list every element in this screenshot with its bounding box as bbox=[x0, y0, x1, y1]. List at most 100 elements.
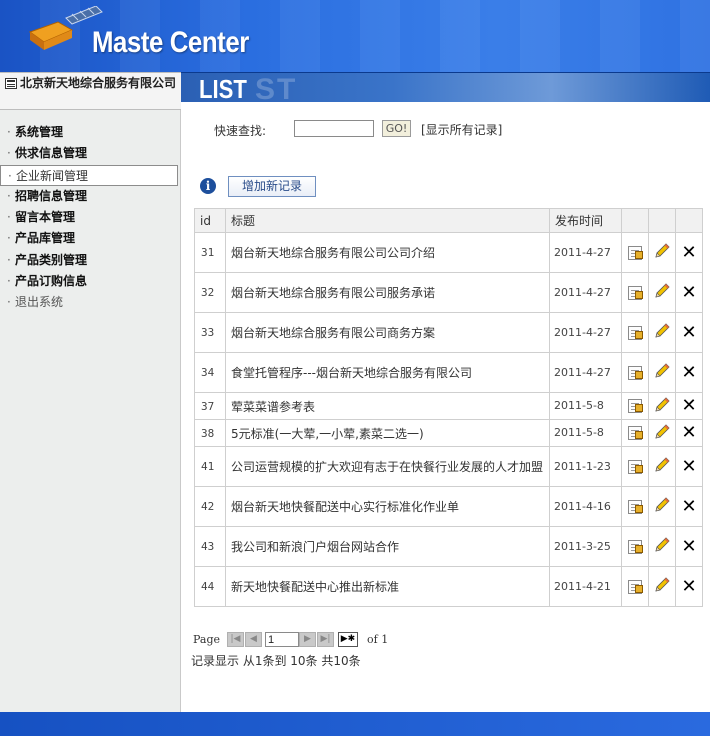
bullet-icon: · bbox=[7, 210, 11, 225]
pager-label: Page bbox=[193, 633, 221, 646]
pencil-edit-icon[interactable] bbox=[653, 282, 671, 303]
pencil-edit-icon[interactable] bbox=[653, 576, 671, 597]
sidebar-item-guestbook[interactable]: · 留言本管理 bbox=[0, 207, 181, 228]
delete-x-icon[interactable]: ✕ bbox=[681, 283, 696, 301]
view-cell bbox=[621, 352, 649, 393]
cell-title[interactable]: 5元标准(一大荤,一小荤,素菜二选一) bbox=[225, 419, 550, 447]
delete-x-icon[interactable]: ✕ bbox=[681, 397, 696, 415]
sidebar-item-categories[interactable]: · 产品类别管理 bbox=[0, 250, 181, 271]
edit-cell bbox=[648, 392, 676, 420]
delete-x-icon[interactable]: ✕ bbox=[681, 363, 696, 381]
sidebar-item-news[interactable]: · 企业新闻管理 bbox=[0, 164, 178, 186]
view-cell bbox=[621, 272, 649, 313]
page-number-input[interactable] bbox=[265, 632, 299, 647]
view-icon[interactable] bbox=[628, 579, 643, 594]
column-header-date: 发布时间 bbox=[549, 208, 622, 233]
pencil-edit-icon[interactable] bbox=[653, 536, 671, 557]
cell-title[interactable]: 公司运营规模的扩大欢迎有志于在快餐行业发展的人才加盟 bbox=[225, 446, 550, 487]
sidebar-item-products[interactable]: · 产品库管理 bbox=[0, 228, 181, 249]
pencil-edit-icon[interactable] bbox=[653, 362, 671, 383]
sidebar-item-orders[interactable]: · 产品订购信息 bbox=[0, 271, 181, 292]
cell-title[interactable]: 食堂托管程序---烟台新天地综合服务有限公司 bbox=[225, 352, 550, 393]
edit-cell bbox=[648, 232, 676, 273]
table-row: 33 烟台新天地综合服务有限公司商务方案 2011-4-27 ✕ bbox=[194, 312, 703, 353]
list-banner: ST LIST bbox=[181, 72, 710, 102]
show-all-link[interactable]: [显示所有记录] bbox=[421, 121, 502, 138]
cell-title[interactable]: 新天地快餐配送中心推出新标准 bbox=[225, 566, 550, 607]
sidebar-item-supply[interactable]: · 供求信息管理 bbox=[0, 143, 181, 164]
sidebar-item-label: 招聘信息管理 bbox=[15, 188, 88, 203]
cell-date: 2011-1-23 bbox=[549, 446, 622, 487]
view-icon[interactable] bbox=[628, 285, 643, 300]
go-button[interactable]: GO! bbox=[382, 120, 411, 137]
sidebar-item-label: 供求信息管理 bbox=[15, 146, 88, 161]
bullet-icon: · bbox=[7, 295, 11, 310]
pencil-edit-icon[interactable] bbox=[653, 396, 671, 417]
search-input[interactable] bbox=[294, 120, 374, 137]
view-icon[interactable] bbox=[628, 426, 643, 441]
view-icon[interactable] bbox=[628, 499, 643, 514]
column-header-view bbox=[621, 208, 649, 233]
delete-x-icon[interactable]: ✕ bbox=[681, 323, 696, 341]
view-icon[interactable] bbox=[628, 365, 643, 380]
delete-cell: ✕ bbox=[675, 419, 703, 447]
cell-title[interactable]: 我公司和新浪门户烟台网站合作 bbox=[225, 526, 550, 567]
view-icon[interactable] bbox=[628, 245, 643, 260]
edit-cell bbox=[648, 272, 676, 313]
cell-date: 2011-4-27 bbox=[549, 312, 622, 353]
cell-id: 41 bbox=[194, 446, 226, 487]
column-header-edit bbox=[648, 208, 676, 233]
next-page-icon[interactable]: ▶ bbox=[299, 632, 316, 647]
delete-x-icon[interactable]: ✕ bbox=[681, 577, 696, 595]
cell-title[interactable]: 烟台新天地快餐配送中心实行标准化作业单 bbox=[225, 486, 550, 527]
delete-x-icon[interactable]: ✕ bbox=[681, 497, 696, 515]
view-icon[interactable] bbox=[628, 325, 643, 340]
delete-x-icon[interactable]: ✕ bbox=[681, 537, 696, 555]
records-table: id 标题 发布时间 31 烟台新天地综合服务有限公司公司介绍 2011-4-27 ✕… bbox=[194, 208, 703, 607]
pencil-edit-icon[interactable] bbox=[653, 242, 671, 263]
first-page-icon[interactable]: |◀ bbox=[227, 632, 244, 647]
view-cell bbox=[621, 486, 649, 527]
cell-id: 44 bbox=[194, 566, 226, 607]
pencil-edit-icon[interactable] bbox=[653, 496, 671, 517]
delete-x-icon[interactable]: ✕ bbox=[681, 457, 696, 475]
sidebar-item-system[interactable]: · 系统管理 bbox=[0, 122, 181, 143]
cell-date: 2011-5-8 bbox=[549, 419, 622, 447]
delete-cell: ✕ bbox=[675, 566, 703, 607]
table-row: 43 我公司和新浪门户烟台网站合作 2011-3-25 ✕ bbox=[194, 526, 703, 567]
sidebar-item-logout[interactable]: · 退出系统 bbox=[0, 292, 181, 313]
bullet-icon: · bbox=[7, 252, 11, 267]
cell-date: 2011-4-16 bbox=[549, 486, 622, 527]
view-icon[interactable] bbox=[628, 399, 643, 414]
column-header-title: 标题 bbox=[225, 208, 550, 233]
cell-title[interactable]: 烟台新天地综合服务有限公司服务承诺 bbox=[225, 272, 550, 313]
view-icon[interactable] bbox=[628, 459, 643, 474]
cell-title[interactable]: 烟台新天地综合服务有限公司公司介绍 bbox=[225, 232, 550, 273]
cell-id: 37 bbox=[194, 392, 226, 420]
last-page-icon[interactable]: ▶| bbox=[317, 632, 334, 647]
cell-date: 2011-4-27 bbox=[549, 232, 622, 273]
view-cell bbox=[621, 392, 649, 420]
bullet-icon: · bbox=[7, 146, 11, 161]
bullet-icon: · bbox=[7, 231, 11, 246]
edit-cell bbox=[648, 566, 676, 607]
edit-cell bbox=[648, 419, 676, 447]
edit-cell bbox=[648, 486, 676, 527]
edit-cell bbox=[648, 312, 676, 353]
delete-x-icon[interactable]: ✕ bbox=[681, 424, 696, 442]
add-record-button[interactable]: 增加新记录 bbox=[228, 176, 316, 197]
cell-id: 42 bbox=[194, 486, 226, 527]
pencil-edit-icon[interactable] bbox=[653, 322, 671, 343]
cell-title[interactable]: 荤菜菜谱参考表 bbox=[225, 392, 550, 420]
pencil-edit-icon[interactable] bbox=[653, 423, 671, 444]
delete-x-icon[interactable]: ✕ bbox=[681, 243, 696, 261]
sidebar-item-label: 产品订购信息 bbox=[15, 274, 88, 289]
prev-page-icon[interactable]: ◀ bbox=[245, 632, 262, 647]
jump-page-icon[interactable]: ▶✱ bbox=[338, 632, 358, 647]
edit-cell bbox=[648, 526, 676, 567]
cell-title[interactable]: 烟台新天地综合服务有限公司商务方案 bbox=[225, 312, 550, 353]
sidebar-item-label: 系统管理 bbox=[15, 125, 64, 139]
view-icon[interactable] bbox=[628, 539, 643, 554]
sidebar-item-recruit[interactable]: · 招聘信息管理 bbox=[0, 186, 181, 207]
pencil-edit-icon[interactable] bbox=[653, 456, 671, 477]
